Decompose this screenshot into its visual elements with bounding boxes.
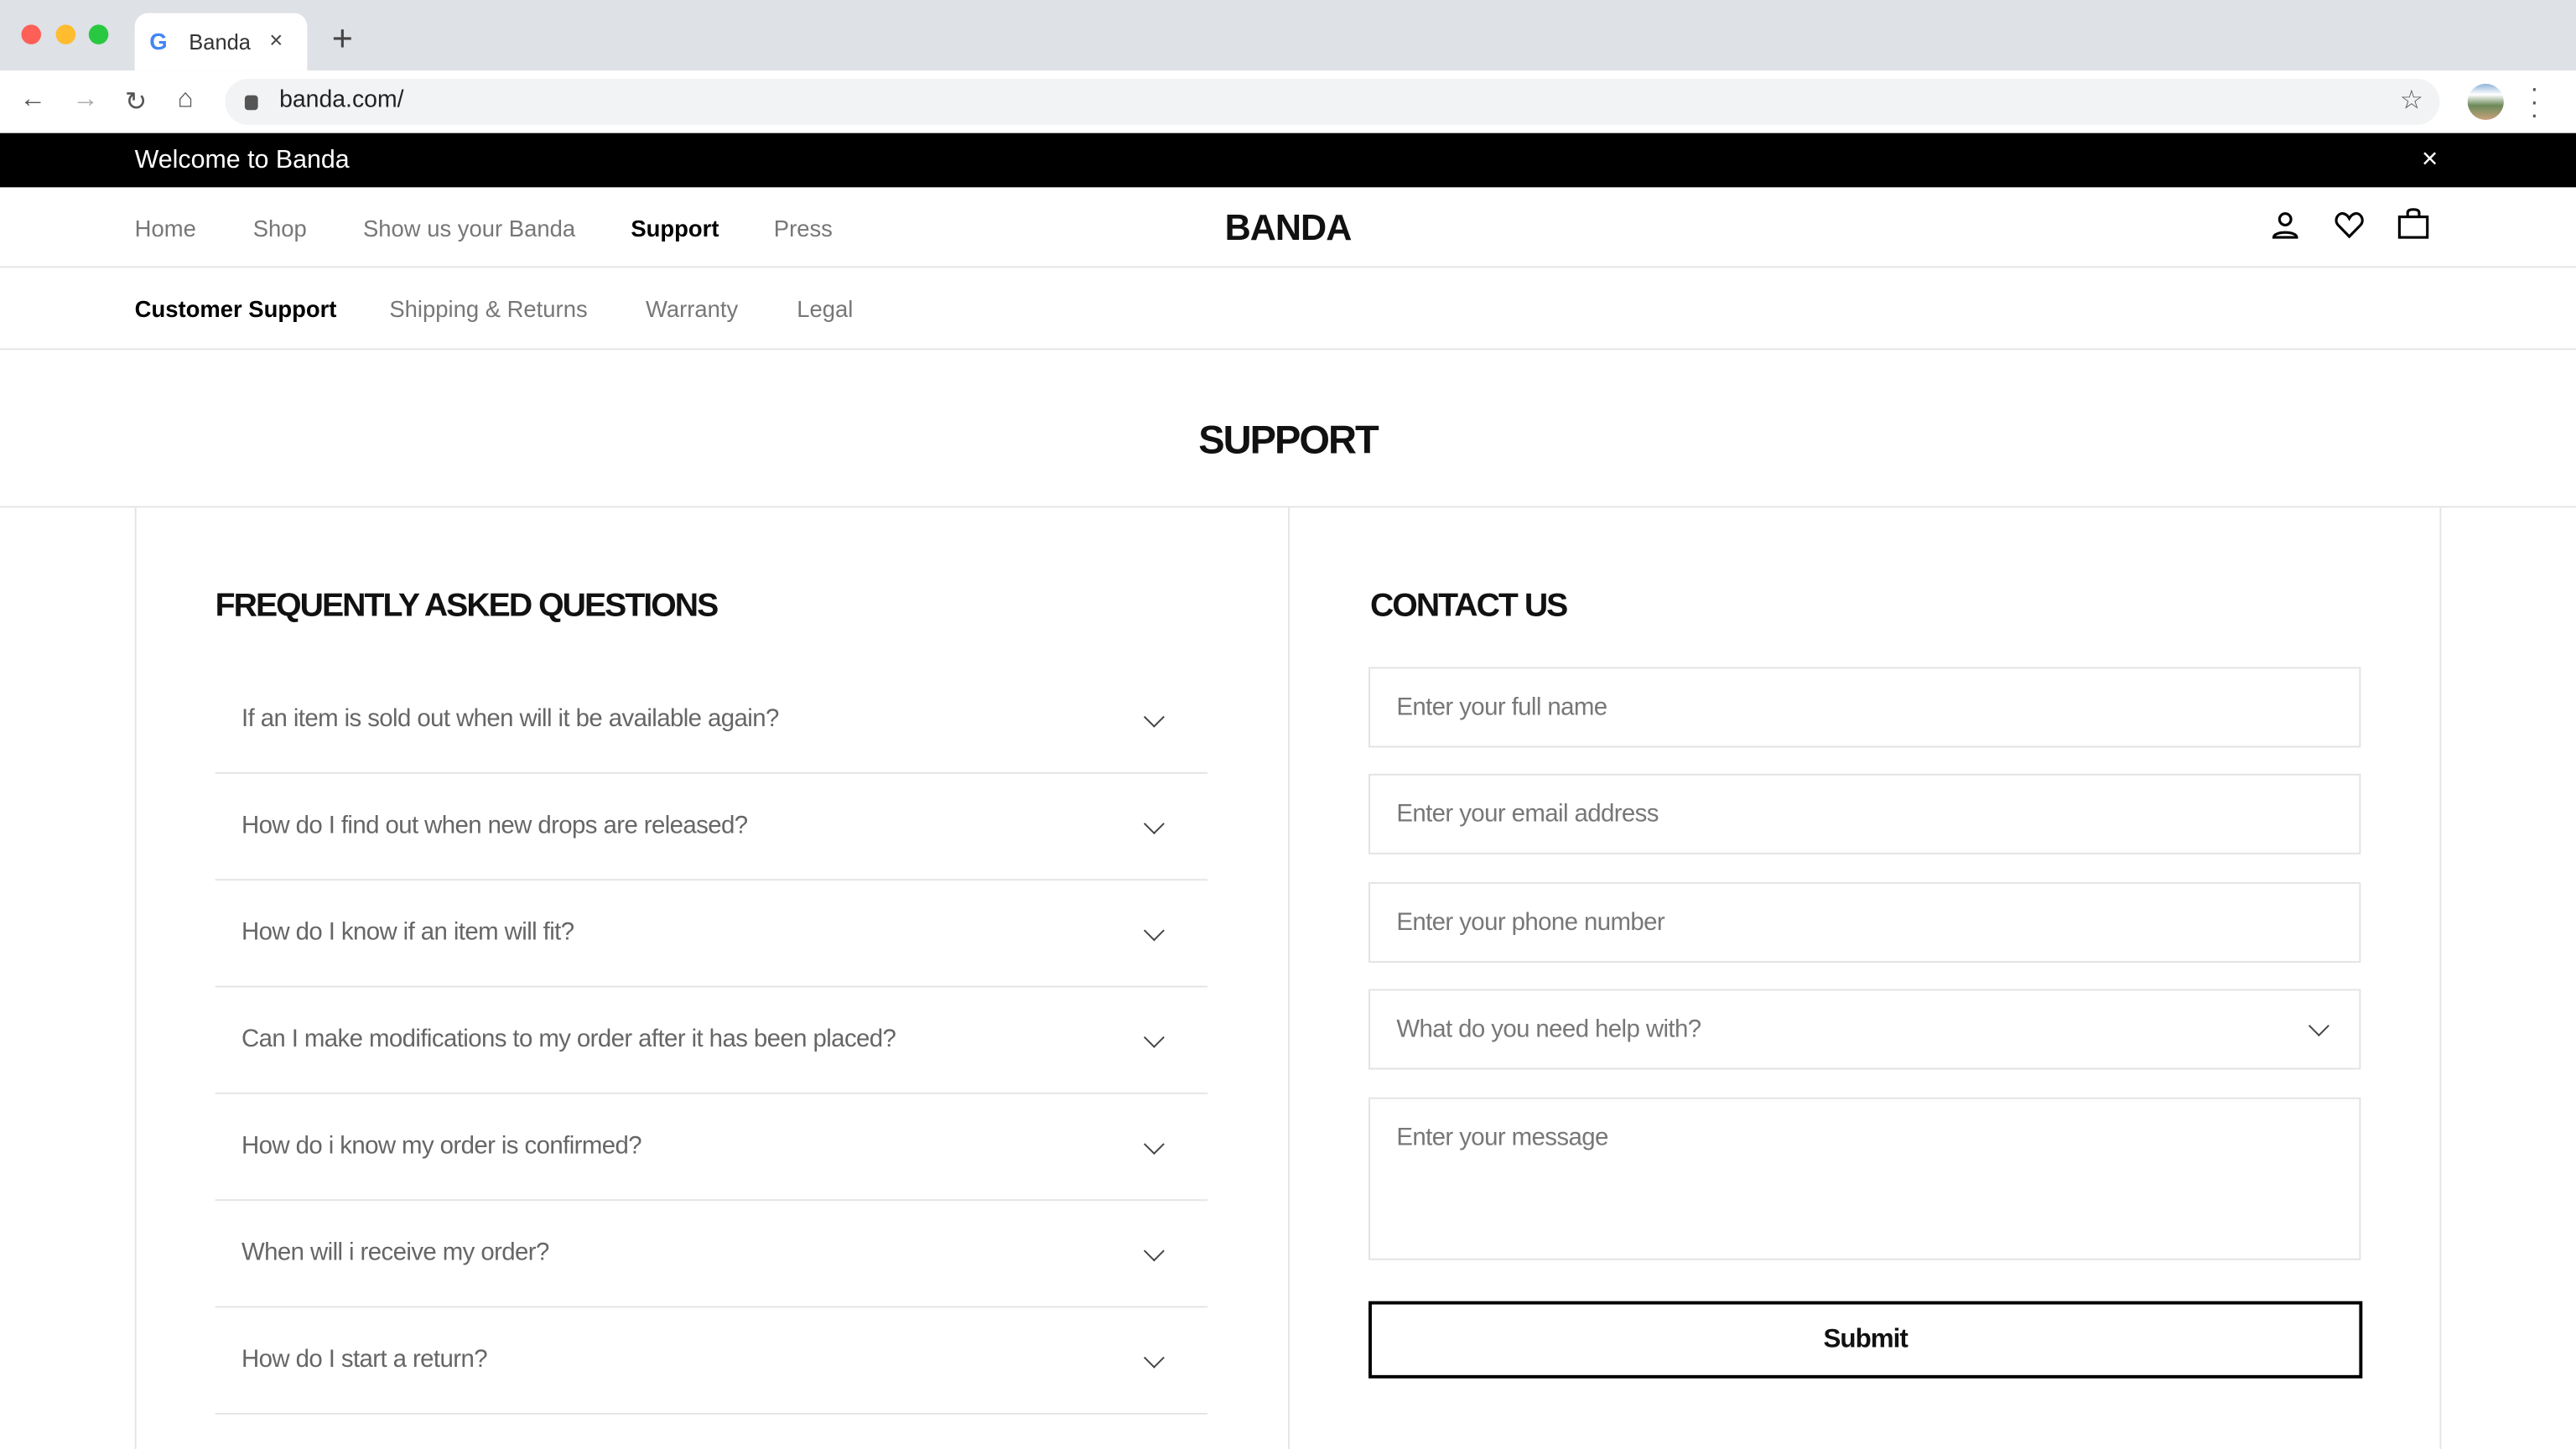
address-bar[interactable]: banda.com/ ☆ xyxy=(225,79,2440,125)
help-topic-select[interactable]: What do you need help with? xyxy=(1368,989,2361,1070)
chevron-down-icon[interactable] xyxy=(1143,706,1165,728)
placeholder: What do you need help with? xyxy=(1396,1015,1701,1044)
announcement-banner: Welcome to Banda × xyxy=(0,132,2576,188)
faq-item[interactable]: Can I make modifications to my order aft… xyxy=(215,987,1208,1094)
faq-question: How do I start a return? xyxy=(242,1345,488,1374)
subnav-warranty[interactable]: Warranty xyxy=(646,296,738,322)
faq-question: When will i receive my order? xyxy=(242,1239,549,1267)
close-window-button[interactable] xyxy=(21,24,41,44)
lock-icon xyxy=(244,95,258,111)
placeholder: Enter your message xyxy=(1396,1124,1608,1152)
chevron-down-icon[interactable] xyxy=(1143,920,1165,942)
submit-button[interactable]: Submit xyxy=(1368,1301,2363,1379)
subnav-shipping-returns[interactable]: Shipping & Returns xyxy=(389,296,587,322)
subnav-legal[interactable]: Legal xyxy=(797,296,853,322)
phone-input[interactable]: Enter your phone number xyxy=(1368,882,2361,963)
faq-item[interactable]: How do I know if an item will fit? xyxy=(215,880,1208,988)
url-text[interactable]: banda.com/ xyxy=(279,87,403,113)
email-input[interactable]: Enter your email address xyxy=(1368,773,2361,854)
reload-icon[interactable]: ↻ xyxy=(125,86,147,118)
faq-item[interactable]: When will i receive my order? xyxy=(215,1201,1208,1308)
new-tab-button[interactable]: + xyxy=(332,18,353,61)
banner-close-icon[interactable]: × xyxy=(2422,143,2438,175)
contact-heading: CONTACT US xyxy=(1369,588,1568,625)
support-subnav: Customer Support Shipping & Returns Warr… xyxy=(0,267,2576,351)
chevron-down-icon[interactable] xyxy=(1143,1026,1165,1048)
browser-tab[interactable]: G Banda × xyxy=(134,13,308,71)
google-favicon-icon: G xyxy=(149,28,168,55)
maximize-window-button[interactable] xyxy=(88,24,109,44)
browser-menu-icon[interactable]: · · · xyxy=(2530,76,2538,129)
placeholder: Enter your full name xyxy=(1396,693,1607,722)
chevron-down-icon[interactable] xyxy=(1143,813,1165,835)
page-title: SUPPORT xyxy=(1198,418,1379,464)
faq-question: How do I find out when new drops are rel… xyxy=(242,811,748,840)
forward-icon[interactable]: → xyxy=(72,86,98,115)
back-icon[interactable]: ← xyxy=(20,86,46,115)
panel-border xyxy=(1288,507,1290,1449)
full-name-input[interactable]: Enter your full name xyxy=(1368,667,2361,748)
placeholder: Enter your phone number xyxy=(1396,908,1665,937)
profile-avatar[interactable] xyxy=(2467,83,2504,121)
faq-item[interactable]: If an item is sold out when will it be a… xyxy=(215,667,1208,774)
faq-list: If an item is sold out when will it be a… xyxy=(215,667,1208,1415)
panel-border xyxy=(2439,507,2442,1449)
chevron-down-icon xyxy=(2308,1015,2329,1036)
message-textarea[interactable]: Enter your message xyxy=(1368,1097,2361,1260)
browser-toolbar: ← → ↻ ⌂ banda.com/ ☆ · · · xyxy=(0,70,2576,135)
faq-item[interactable]: How do I find out when new drops are rel… xyxy=(215,774,1208,881)
shopping-bag-icon[interactable] xyxy=(2397,207,2429,240)
faq-item[interactable]: How do I start a return? xyxy=(215,1308,1208,1415)
account-icon[interactable] xyxy=(2271,210,2300,240)
subnav-customer-support[interactable]: Customer Support xyxy=(135,296,337,322)
banner-message: Welcome to Banda xyxy=(134,146,350,174)
faq-question: How do I know if an item will fit? xyxy=(242,918,574,947)
main-nav: Home Shop Show us your Banda Support Pre… xyxy=(0,187,2576,268)
chevron-down-icon[interactable] xyxy=(1143,1240,1165,1262)
browser-tab-strip: G Banda × + xyxy=(0,0,2576,71)
chevron-down-icon[interactable] xyxy=(1143,1347,1165,1368)
faq-question: How do i know my order is confirmed? xyxy=(242,1131,642,1161)
faq-question: If an item is sold out when will it be a… xyxy=(242,704,779,733)
chevron-down-icon[interactable] xyxy=(1143,1134,1165,1156)
tab-title: Banda xyxy=(189,29,251,55)
tab-close-icon[interactable]: × xyxy=(269,26,283,52)
home-icon[interactable]: ⌂ xyxy=(178,86,194,115)
faq-question: Can I make modifications to my order aft… xyxy=(242,1025,896,1053)
faq-item[interactable]: How do i know my order is confirmed? xyxy=(215,1094,1208,1202)
banda-logo[interactable]: BANDA xyxy=(0,207,2576,250)
faq-heading: FREQUENTLY ASKED QUESTIONS xyxy=(215,588,719,625)
wishlist-heart-icon[interactable] xyxy=(2334,210,2364,240)
placeholder: Enter your email address xyxy=(1396,800,1659,828)
minimize-window-button[interactable] xyxy=(55,24,76,44)
bookmark-star-icon[interactable]: ☆ xyxy=(2400,84,2423,117)
panel-border xyxy=(134,507,137,1449)
